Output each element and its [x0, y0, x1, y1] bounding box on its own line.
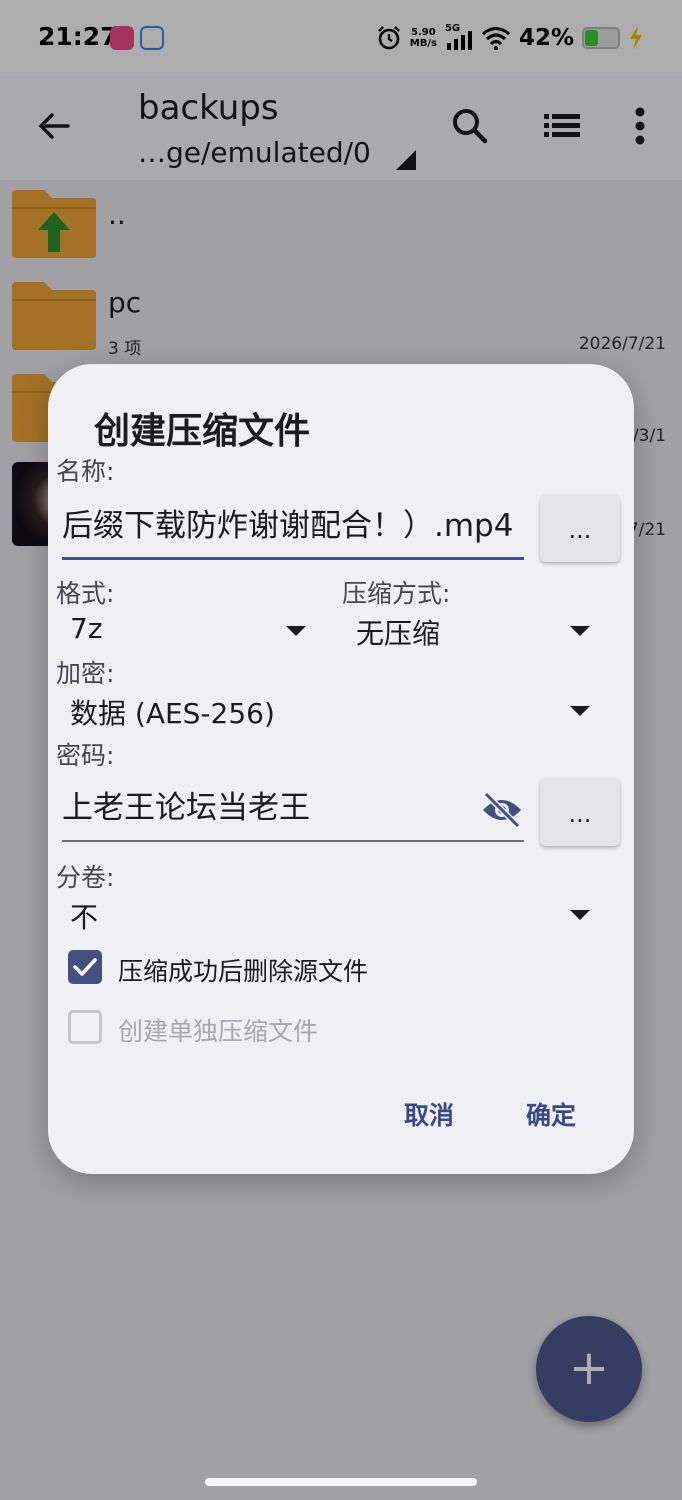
- split-select[interactable]: 不: [70, 896, 596, 940]
- encryption-select[interactable]: 数据 (AES-256): [70, 692, 596, 736]
- password-more-button[interactable]: ...: [540, 778, 620, 846]
- password-input[interactable]: 上老王论坛当老王: [62, 782, 524, 842]
- ok-button[interactable]: 确定: [526, 1096, 576, 1132]
- format-value: 7z: [70, 612, 103, 645]
- separate-archives-label[interactable]: 创建单独压缩文件: [118, 1012, 318, 1048]
- chevron-down-icon: [570, 706, 590, 716]
- chevron-down-icon: [570, 626, 590, 636]
- split-label: 分卷:: [56, 863, 115, 892]
- browse-name-button[interactable]: ...: [540, 494, 620, 562]
- encryption-value: 数据 (AES-256): [70, 697, 275, 730]
- cancel-button[interactable]: 取消: [404, 1096, 454, 1132]
- create-archive-dialog: 创建压缩文件 名称: 后缀下载防炸谢谢配合！）.mp4 ... 格式: 7z 压…: [48, 364, 634, 1174]
- format-select[interactable]: 7z: [70, 612, 310, 656]
- compression-label: 压缩方式:: [342, 579, 451, 608]
- dialog-title: 创建压缩文件: [94, 411, 311, 452]
- chevron-down-icon: [570, 910, 590, 920]
- password-label: 密码:: [56, 741, 115, 770]
- compression-select[interactable]: 无压缩: [356, 612, 596, 656]
- delete-source-label[interactable]: 压缩成功后删除源文件: [118, 952, 368, 988]
- visibility-off-icon[interactable]: [480, 788, 524, 832]
- archive-name-input[interactable]: 后缀下载防炸谢谢配合！）.mp4: [62, 500, 524, 560]
- compression-value: 无压缩: [356, 617, 441, 650]
- split-value: 不: [70, 901, 99, 934]
- format-label: 格式:: [56, 579, 115, 608]
- gesture-nav-handle[interactable]: [205, 1478, 477, 1486]
- name-label: 名称:: [56, 457, 115, 486]
- check-icon: [73, 958, 97, 976]
- chevron-down-icon: [286, 626, 306, 636]
- encryption-label: 加密:: [56, 659, 115, 688]
- delete-source-checkbox[interactable]: [68, 950, 102, 984]
- separate-archives-checkbox[interactable]: [68, 1010, 102, 1044]
